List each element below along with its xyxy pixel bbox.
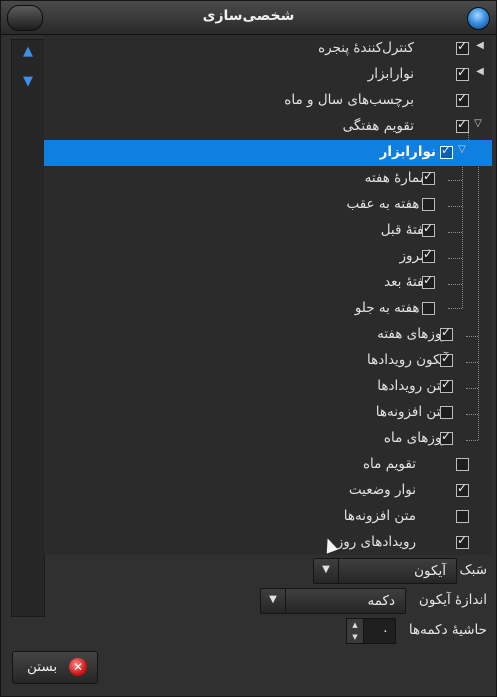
arrow-down-icon[interactable]: ▼ <box>20 74 36 90</box>
chevron-down-icon[interactable]: ▼ <box>314 559 339 583</box>
checkbox[interactable] <box>422 221 435 237</box>
title-bar: شخصی‌سازی <box>1 1 496 35</box>
tree-item-today[interactable]: امروز <box>44 244 492 270</box>
checkbox[interactable] <box>440 325 453 341</box>
checkbox[interactable] <box>422 169 435 185</box>
checkbox[interactable] <box>440 143 453 159</box>
tree-item-label: متن افزونه‌ها <box>375 404 448 420</box>
tree-item-label: تقویم ماه <box>362 456 416 472</box>
close-button[interactable]: بستن ✕ <box>12 651 98 684</box>
tree-item-month-days[interactable]: روزهای ماه <box>44 426 492 452</box>
tree-item-weekly-calendar[interactable]: تقویم هفتگی ▽ <box>44 114 492 140</box>
tree-item-4-weeks-back[interactable]: ۴ هفته به عقب <box>44 192 492 218</box>
customize-tree: کنترل‌کنندهٔ پنجره ◀ نوارابزار ◀ برچسب‌ه… <box>44 35 492 555</box>
checkbox[interactable] <box>456 481 469 497</box>
arrow-up-icon[interactable]: ▲ <box>20 44 36 60</box>
expand-arrow-icon[interactable]: ◀ <box>474 40 486 51</box>
tree-item-label: متن افزونه‌ها <box>343 508 416 524</box>
tree-item-label: نوارابزار <box>367 66 414 82</box>
tree-item-label: روزهای ماه <box>383 430 448 446</box>
close-icon: ✕ <box>69 658 87 676</box>
tree-item-label: رویدادهای روز <box>336 534 416 550</box>
tree-item-plugin-text[interactable]: متن افزونه‌ها <box>44 400 492 426</box>
icon-size-label: اندازهٔ آیکون <box>418 592 487 608</box>
tree-item-label: تقویم هفتگی <box>342 118 414 134</box>
tree-item-label: روزهای هفته <box>377 326 448 342</box>
collapse-arrow-icon[interactable]: ▽ <box>472 118 484 129</box>
tree-item-label: ۴ هفته به عقب <box>346 196 431 212</box>
collapse-arrow-icon[interactable]: ▽ <box>456 144 468 155</box>
spinner-arrows-icon[interactable]: ▲ ▼ <box>347 619 364 643</box>
checkbox[interactable] <box>456 91 469 107</box>
tree-item-toolbar[interactable]: نوارابزار ◀ <box>44 62 492 88</box>
checkbox[interactable] <box>422 273 435 289</box>
checkbox[interactable] <box>422 247 435 263</box>
tree-item-label: برچسب‌های سال و ماه <box>284 92 414 108</box>
checkbox[interactable] <box>440 377 453 393</box>
button-padding-label: حاشیهٔ دکمه‌ها <box>408 622 487 638</box>
tree-item-month-calendar[interactable]: تقویم ماه <box>44 452 492 478</box>
tree-item-label: متن رویدادها <box>377 378 448 394</box>
checkbox[interactable] <box>456 39 469 55</box>
tree-item-label: نوارابزار <box>379 144 436 160</box>
chevron-down-icon[interactable]: ▼ <box>261 589 286 613</box>
window-close-orb-icon[interactable] <box>467 7 490 30</box>
button-padding-value: ۰ <box>381 623 389 639</box>
tree-item-event-text[interactable]: متن رویدادها <box>44 374 492 400</box>
customize-window: شخصی‌سازی ▲ ▼ کنترل‌کنندهٔ پنجره ◀ نوارا… <box>0 0 497 697</box>
icon-size-combobox[interactable]: ▼ دکمه <box>260 588 406 614</box>
style-combobox[interactable]: ▼ آیکون <box>313 558 457 584</box>
tree-item-next-week[interactable]: هفتهٔ بعد <box>44 270 492 296</box>
expand-arrow-icon[interactable]: ◀ <box>474 66 486 77</box>
reorder-toolbar: ▲ ▼ <box>11 39 45 617</box>
tree-item-plugin-text-2[interactable]: متن افزونه‌ها <box>44 504 492 530</box>
checkbox[interactable] <box>456 533 469 549</box>
tree-item-previous-week[interactable]: هفتهٔ قبل <box>44 218 492 244</box>
style-label: سَبک <box>459 562 487 578</box>
icon-size-value: دکمه <box>367 593 395 609</box>
checkbox[interactable] <box>422 198 435 211</box>
checkbox[interactable] <box>456 117 469 133</box>
tree-item-window-controller[interactable]: کنترل‌کنندهٔ پنجره ◀ <box>44 36 492 62</box>
tree-item-label: ۴ هفته به جلو <box>354 300 431 316</box>
checkbox[interactable] <box>456 458 469 471</box>
tree-item-week-number[interactable]: شمارهٔ هفته <box>44 166 492 192</box>
tree-item-4-weeks-forward[interactable]: ۴ هفته به جلو <box>44 296 492 322</box>
tree-item-event-icons[interactable]: آیکون رویدادها <box>44 348 492 374</box>
tree-item-label: کنترل‌کنندهٔ پنجره <box>318 40 414 56</box>
tree-item-weekly-toolbar[interactable]: نوارابزار ▽ <box>44 140 492 166</box>
button-padding-spinner[interactable]: ▲ ▼ ۰ <box>346 618 396 644</box>
tree-item-status-bar[interactable]: نوار وضعیت <box>44 478 492 504</box>
window-title: شخصی‌سازی <box>202 8 295 24</box>
tree-item-day-events[interactable]: رویدادهای روز <box>44 530 492 556</box>
tree-item-weekdays[interactable]: روزهای هفته <box>44 322 492 348</box>
checkbox[interactable] <box>440 429 453 445</box>
tree-item-year-month-labels[interactable]: برچسب‌های سال و ماه <box>44 88 492 114</box>
checkbox[interactable] <box>440 406 453 419</box>
checkbox[interactable] <box>456 65 469 81</box>
style-value: آیکون <box>414 563 446 579</box>
checkbox[interactable] <box>440 351 453 367</box>
checkbox[interactable] <box>422 302 435 315</box>
tree-item-label: آیکون رویدادها <box>366 352 448 368</box>
checkbox[interactable] <box>456 510 469 523</box>
tree-item-label: نوار وضعیت <box>348 482 416 498</box>
close-button-label: بستن <box>27 659 58 675</box>
